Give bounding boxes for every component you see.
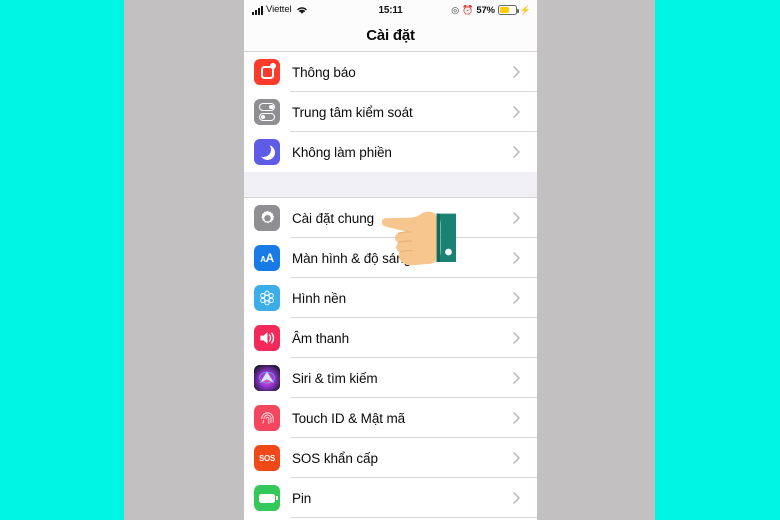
control-center-icon xyxy=(254,99,280,125)
settings-row-siri-search[interactable]: Siri & tìm kiếm xyxy=(244,358,537,398)
group-separator xyxy=(244,172,537,198)
battery-percent-label: 57% xyxy=(476,4,495,16)
settings-row-label: Touch ID & Mật mã xyxy=(292,410,406,426)
row-separator xyxy=(290,517,537,518)
status-bar: Viettel 15:11 ◎ ⏰ 57% ⚡ xyxy=(244,0,537,20)
alarm-clock-icon: ⏰ xyxy=(462,5,474,15)
chevron-right-icon xyxy=(513,146,520,158)
settings-row-sounds[interactable]: Âm thanh xyxy=(244,318,537,358)
sos-icon-text: SOS xyxy=(259,453,275,463)
page-title: Cài đặt xyxy=(366,27,415,44)
do-not-disturb-moon-icon xyxy=(254,139,280,165)
chevron-right-icon xyxy=(513,492,520,504)
wallpaper-icon xyxy=(254,285,280,311)
emergency-sos-icon: SOS xyxy=(254,445,280,471)
settings-row-wallpaper[interactable]: Hình nền xyxy=(244,278,537,318)
chevron-right-icon xyxy=(513,66,520,78)
settings-row-touch-id-passcode[interactable]: Touch ID & Mật mã xyxy=(244,398,537,438)
settings-group-1: Thông báo Trung tâm kiểm soát Không làm … xyxy=(244,52,537,172)
chevron-right-icon xyxy=(513,252,520,264)
nav-bar: Cài đặt xyxy=(244,20,537,52)
chevron-right-icon xyxy=(513,452,520,464)
status-bar-right: ◎ ⏰ 57% ⚡ xyxy=(451,5,531,16)
screenshot-root: Viettel 15:11 ◎ ⏰ 57% ⚡ Cài đặt Thông bá… xyxy=(0,0,780,520)
settings-row-label: Không làm phiền xyxy=(292,144,392,160)
general-gear-icon xyxy=(254,205,280,231)
settings-row-label: Trung tâm kiểm soát xyxy=(292,104,413,120)
settings-row-label: Cài đặt chung xyxy=(292,210,375,226)
settings-row-label: Màn hình & độ sáng xyxy=(292,250,412,266)
settings-row-control-center[interactable]: Trung tâm kiểm soát xyxy=(244,92,537,132)
rotation-lock-icon: ◎ xyxy=(451,5,460,15)
settings-row-do-not-disturb[interactable]: Không làm phiền xyxy=(244,132,537,172)
battery-icon xyxy=(254,485,280,511)
chevron-right-icon xyxy=(513,372,520,384)
settings-row-battery[interactable]: Pin xyxy=(244,478,537,518)
display-brightness-icon: AA xyxy=(254,245,280,271)
settings-row-label: Âm thanh xyxy=(292,330,349,346)
settings-row-label: Siri & tìm kiếm xyxy=(292,370,378,386)
chevron-right-icon xyxy=(513,292,520,304)
battery-icon xyxy=(497,5,519,15)
touch-id-fingerprint-icon xyxy=(254,405,280,431)
siri-search-icon xyxy=(254,365,280,391)
settings-row-label: SOS khẩn cấp xyxy=(292,450,378,466)
settings-row-label: Hình nền xyxy=(292,290,346,306)
settings-row-label: Pin xyxy=(292,490,312,506)
lightning-bolt-icon: ⚡ xyxy=(519,4,531,15)
chevron-right-icon xyxy=(513,412,520,424)
settings-row-display-brightness[interactable]: AA Màn hình & độ sáng xyxy=(244,238,537,278)
settings-row-emergency-sos[interactable]: SOS SOS khẩn cấp xyxy=(244,438,537,478)
battery-fill xyxy=(499,7,510,13)
chevron-right-icon xyxy=(513,106,520,118)
settings-row-general[interactable]: Cài đặt chung xyxy=(244,198,537,238)
sound-speaker-icon xyxy=(254,325,280,351)
chevron-right-icon xyxy=(513,332,520,344)
chevron-right-icon xyxy=(513,212,520,224)
settings-row-notifications[interactable]: Thông báo xyxy=(244,52,537,92)
settings-group-2: Cài đặt chung AA Màn hình & độ sáng Hình… xyxy=(244,198,537,518)
phone-screen: Viettel 15:11 ◎ ⏰ 57% ⚡ Cài đặt Thông bá… xyxy=(244,0,537,520)
notifications-icon xyxy=(254,59,280,85)
settings-row-label: Thông báo xyxy=(292,64,356,80)
